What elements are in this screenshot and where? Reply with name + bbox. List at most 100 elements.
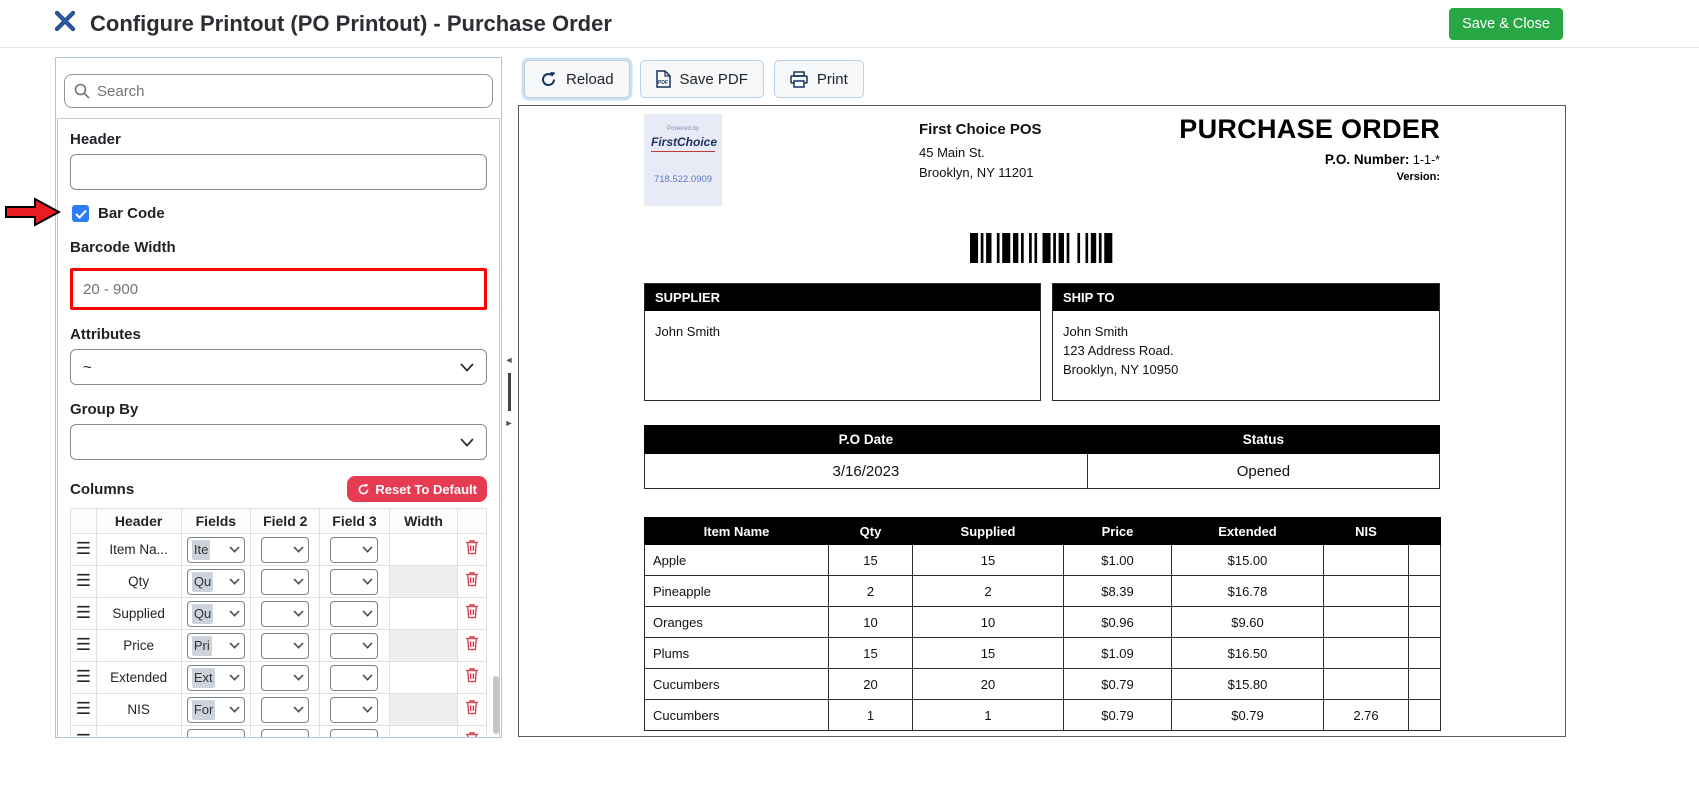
width-input-cell[interactable] (389, 598, 458, 630)
collapse-left-icon[interactable]: ◄ (505, 356, 514, 365)
panel-splitter[interactable]: ◄ ► (502, 48, 516, 428)
field3-select[interactable] (330, 537, 378, 563)
save-pdf-button-label: Save PDF (680, 71, 748, 88)
print-button[interactable]: Print (774, 60, 864, 98)
purchase-order-document: Powered by FirstChoice 718.522.0909 Firs… (644, 114, 1440, 731)
fields-select[interactable]: Ite (187, 537, 245, 563)
fields-select[interactable]: For (187, 697, 245, 723)
fields-select[interactable]: Pri (187, 633, 245, 659)
barcode-width-input[interactable] (70, 268, 487, 310)
items-cell: $9.60 (1172, 607, 1324, 638)
status-value: Opened (1087, 454, 1439, 489)
trash-icon[interactable] (465, 539, 479, 555)
width-input-cell[interactable] (389, 630, 458, 662)
supplier-header: SUPPLIER (645, 284, 1040, 311)
config-sidebar: Header Bar Code Barcode Width Attributes… (55, 57, 502, 738)
items-cell: $1.09 (1064, 638, 1172, 669)
header-label: Header (70, 131, 487, 148)
items-cell: 15 (913, 638, 1064, 669)
attributes-select[interactable]: ~ (70, 349, 487, 385)
barcode-image (970, 233, 1115, 263)
chevron-down-icon (362, 610, 373, 617)
columns-table-row: ☰NISFor (71, 694, 487, 726)
items-row: Pineapple22$8.39$16.78 (645, 576, 1441, 607)
drag-handle-icon[interactable]: ☰ (76, 539, 91, 558)
field3-select[interactable] (330, 697, 378, 723)
fields-select[interactable]: Ext (187, 665, 245, 691)
barcode-checkbox[interactable] (72, 205, 89, 222)
items-cell (1409, 607, 1441, 638)
chevron-down-icon (362, 578, 373, 585)
chevron-down-icon (460, 438, 474, 447)
drag-handle-icon[interactable]: ☰ (76, 699, 91, 718)
items-cell (1409, 545, 1441, 576)
width-input-cell[interactable] (389, 566, 458, 598)
columns-th: Field 2 (251, 509, 320, 534)
columns-th: Width (389, 509, 458, 534)
trash-icon[interactable] (465, 699, 479, 715)
trash-icon[interactable] (465, 571, 479, 587)
drag-handle-icon[interactable]: ☰ (76, 571, 91, 590)
check-icon (75, 209, 87, 219)
field3-select[interactable] (330, 665, 378, 691)
items-cell: $1.00 (1064, 545, 1172, 576)
trash-icon[interactable] (465, 635, 479, 651)
items-header-cell: Supplied (913, 518, 1064, 545)
field2-select[interactable] (261, 665, 309, 691)
column-header-name (96, 726, 181, 739)
columns-table-header-row: Header Fields Field 2 Field 3 Width (71, 509, 487, 534)
items-cell: 15 (913, 545, 1064, 576)
company-address-line2: Brooklyn, NY 11201 (919, 163, 1042, 183)
chevron-down-icon (362, 546, 373, 553)
barcode-width-label: Barcode Width (70, 239, 487, 256)
field2-select[interactable] (261, 537, 309, 563)
drag-handle-icon[interactable]: ☰ (76, 603, 91, 622)
group-by-select[interactable] (70, 424, 487, 460)
field2-select[interactable] (261, 633, 309, 659)
logo-powered-by: Powered by (644, 126, 722, 132)
company-info: First Choice POS 45 Main St. Brooklyn, N… (919, 118, 1042, 184)
field3-select[interactable] (330, 729, 378, 739)
field3-select[interactable] (330, 601, 378, 627)
save-pdf-button[interactable]: PDF Save PDF (640, 60, 764, 98)
po-number-value: 1-1-* (1413, 153, 1440, 167)
field2-select[interactable] (261, 697, 309, 723)
fields-select[interactable]: Qu (187, 601, 245, 627)
collapse-right-icon[interactable]: ► (505, 419, 514, 428)
search-input[interactable] (64, 74, 493, 108)
chevron-down-icon (229, 578, 240, 585)
trash-icon[interactable] (465, 667, 479, 683)
field3-select[interactable] (330, 633, 378, 659)
chevron-down-icon (229, 706, 240, 713)
field2-select[interactable] (261, 601, 309, 627)
sidebar-scrollbar[interactable] (493, 676, 499, 734)
width-input-cell[interactable] (389, 694, 458, 726)
trash-icon[interactable] (465, 603, 479, 619)
save-close-button[interactable]: Save & Close (1449, 8, 1563, 40)
width-input-cell[interactable] (389, 662, 458, 694)
items-cell (1324, 669, 1409, 700)
ship-to-line: John Smith (1063, 323, 1429, 342)
reset-to-default-button[interactable]: Reset To Default (347, 476, 487, 502)
drag-handle-icon[interactable]: ☰ (76, 667, 91, 686)
items-cell: 15 (829, 545, 913, 576)
drag-handle-icon[interactable]: ☰ (76, 731, 91, 738)
columns-table-row: ☰ExtendedExt (71, 662, 487, 694)
columns-table-row: ☰Item Na...Ite (71, 534, 487, 566)
field2-select[interactable] (261, 729, 309, 739)
width-input-cell[interactable] (389, 534, 458, 566)
trash-icon[interactable] (465, 731, 479, 738)
fields-select[interactable] (187, 729, 245, 739)
items-header-cell: Extended (1172, 518, 1324, 545)
drag-handle-icon[interactable]: ☰ (76, 635, 91, 654)
width-input-cell[interactable] (389, 726, 458, 739)
field2-select[interactable] (261, 569, 309, 595)
splitter-grip[interactable] (508, 373, 511, 411)
fields-select[interactable]: Qu (187, 569, 245, 595)
header-input[interactable] (70, 154, 487, 190)
items-cell: $0.79 (1172, 700, 1324, 731)
field3-select[interactable] (330, 569, 378, 595)
reload-button[interactable]: Reload (524, 60, 630, 98)
columns-table-row: ☰QtyQu (71, 566, 487, 598)
barcode-checkbox-label: Bar Code (98, 205, 165, 222)
